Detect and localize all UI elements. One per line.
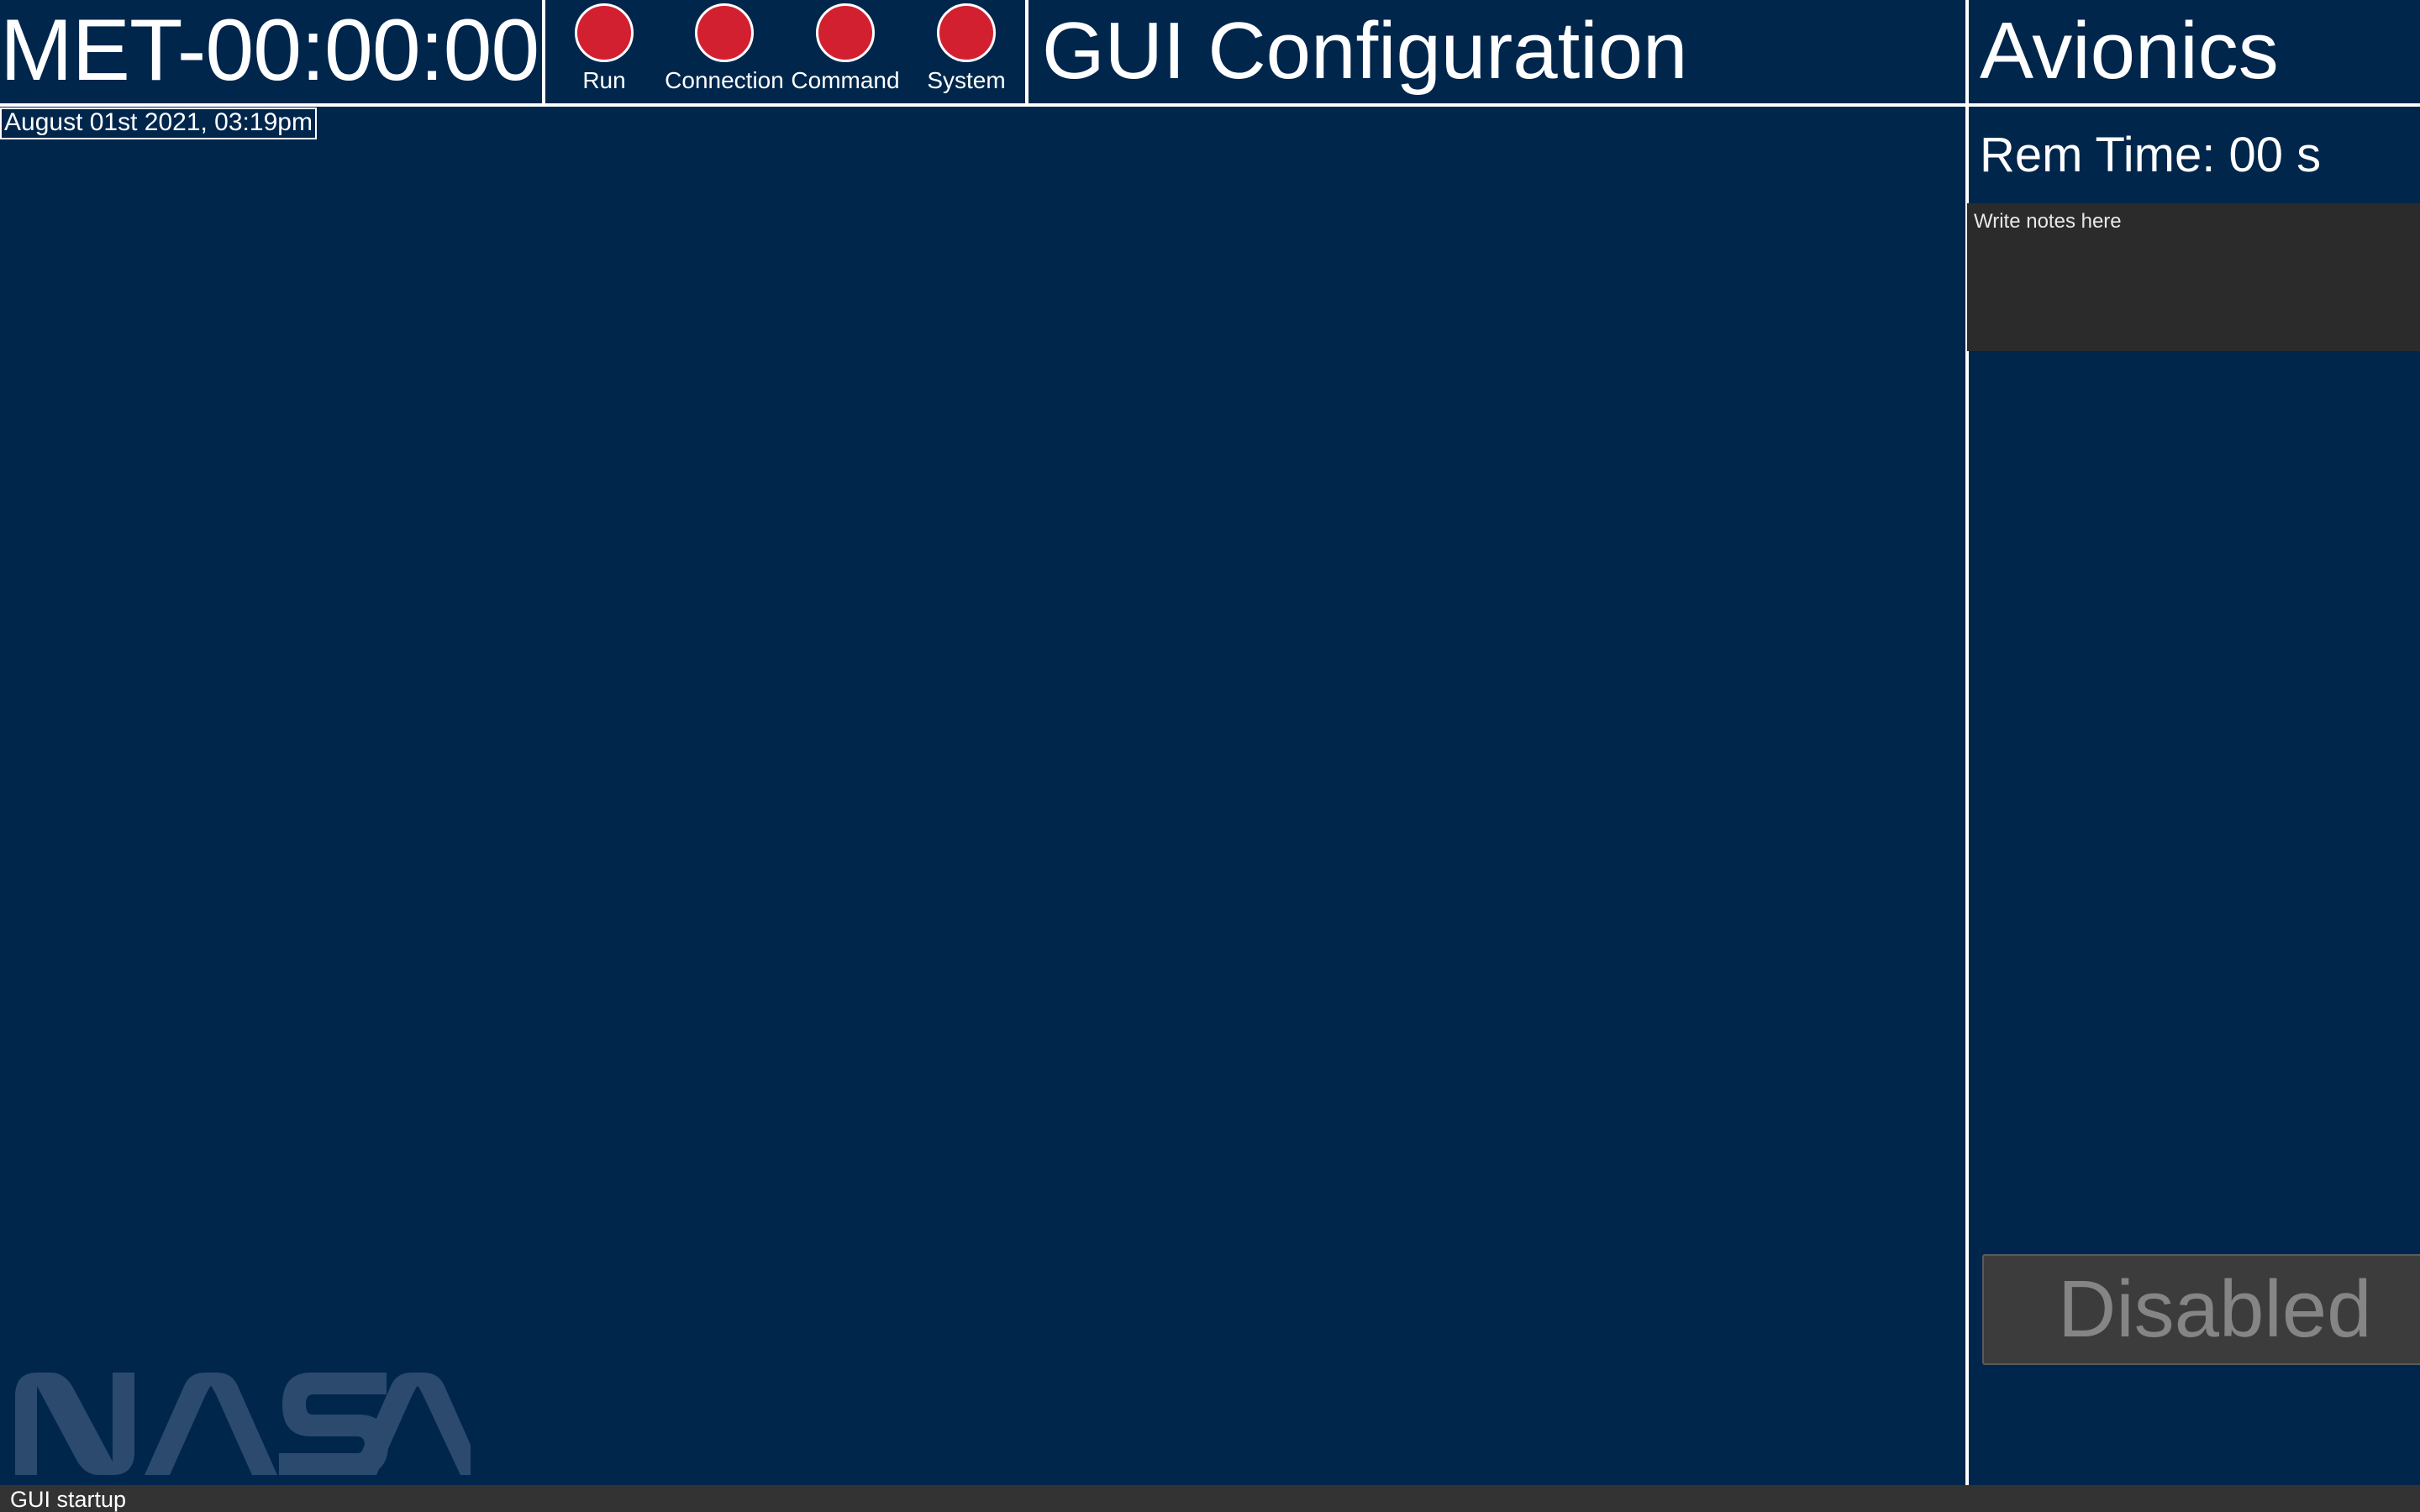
- status-bar: GUI startup: [0, 1485, 2420, 1512]
- date-time-label: August 01st 2021, 03:19pm: [0, 108, 317, 139]
- side-panel-title: Avionics: [1980, 6, 2279, 96]
- run-indicator-label: Run: [582, 67, 626, 93]
- run-status-light: [575, 3, 634, 62]
- notes-input[interactable]: [1967, 203, 2420, 351]
- remaining-time-label: Rem Time:: [1980, 128, 2216, 182]
- connection-indicator-label: Connection: [665, 67, 784, 93]
- system-status-light: [937, 3, 996, 62]
- command-status-light: [816, 3, 875, 62]
- connection-indicator: Connection: [661, 3, 787, 102]
- gui-window: MET-00:00:00 August 01st 2021, 03:19pm R…: [0, 0, 2420, 1512]
- connection-status-light: [695, 3, 754, 62]
- remaining-time-value: 00 s: [2228, 128, 2322, 182]
- command-indicator-label: Command: [791, 67, 900, 93]
- disabled-action-button[interactable]: Disabled: [1982, 1254, 2420, 1365]
- system-indicator-label: System: [927, 67, 1006, 93]
- met-clock: MET-00:00:00: [0, 2, 539, 99]
- run-indicator: Run: [541, 3, 667, 102]
- nasa-logo: [15, 1373, 471, 1475]
- system-indicator: System: [903, 3, 1029, 102]
- status-message: GUI startup: [10, 1487, 127, 1512]
- page-title: GUI Configuration: [1042, 6, 1688, 96]
- header-divider: [0, 103, 2420, 107]
- remaining-time: Rem Time: 00 s: [1980, 126, 2321, 185]
- command-indicator: Command: [782, 3, 908, 102]
